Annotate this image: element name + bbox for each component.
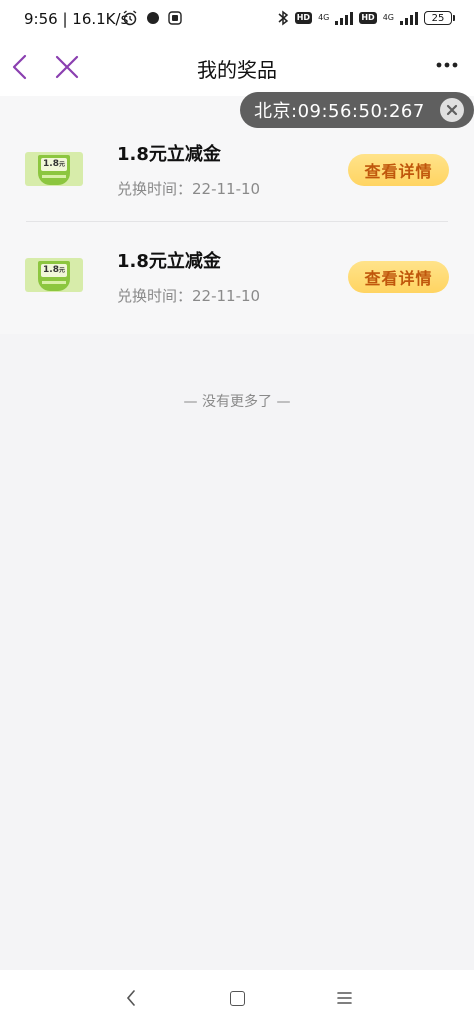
close-circle-icon[interactable] <box>440 98 464 122</box>
status-icons-right: HD 4G HD 4G 25 <box>277 10 455 26</box>
coupon-tag-value: 1.8元 <box>41 264 67 277</box>
divider <box>26 221 448 222</box>
prize-list: 1.8元 1.8元立减金 兑换时间：22-11-10 查看详情 1.8元 1.8… <box>0 96 474 334</box>
coupon-tag-value: 1.8元 <box>41 158 67 171</box>
page-title: 我的奖品 <box>197 58 277 82</box>
nav-home-icon[interactable] <box>230 991 245 1006</box>
signal-icon-2 <box>400 12 418 25</box>
coupon-tag: 1.8元 <box>38 155 70 185</box>
record-dot-icon <box>147 12 159 24</box>
bluetooth-icon <box>278 10 288 26</box>
network-label-1: 4G <box>318 13 330 22</box>
status-time: 9:56 | 16.1K/s <box>24 10 129 28</box>
list-end-text: — 没有更多了 — <box>183 394 291 410</box>
nav-back-icon[interactable] <box>124 988 138 1008</box>
network-label-2: 4G <box>382 13 394 22</box>
coupon-thumbnail: 1.8元 <box>25 258 83 292</box>
view-details-button[interactable]: 查看详情 <box>348 154 449 186</box>
coupon-tag: 1.8元 <box>38 261 70 291</box>
hd-badge-1: HD <box>294 12 313 24</box>
signal-icon-1 <box>335 12 354 25</box>
coupon-thumbnail: 1.8元 <box>25 152 83 186</box>
battery-icon: 25 <box>424 11 455 25</box>
view-details-button[interactable]: 查看详情 <box>348 261 449 293</box>
beijing-clock-pill: 北京:09:56:50:267 <box>240 92 474 128</box>
battery-level: 25 <box>431 12 445 24</box>
system-nav-bar <box>0 970 474 1027</box>
app-notification-icon <box>168 11 182 25</box>
status-icons-left <box>122 10 182 26</box>
more-dots-icon[interactable] <box>436 62 458 68</box>
prize-date: 兑换时间：22-11-10 <box>117 287 261 305</box>
clock-text: 北京:09:56:50:267 <box>254 101 425 122</box>
alarm-icon <box>123 10 137 26</box>
list-item: 1.8元 1.8元立减金 兑换时间：22-11-10 查看详情 <box>0 116 474 222</box>
coupon-tag-stripe <box>42 281 66 284</box>
list-item: 1.8元 1.8元立减金 兑换时间：22-11-10 查看详情 <box>0 223 474 329</box>
nav-menu-icon[interactable] <box>337 991 352 1005</box>
coupon-tag-stripe <box>42 175 66 178</box>
close-x-glyph <box>446 104 458 116</box>
prize-date: 兑换时间：22-11-10 <box>117 180 261 198</box>
prize-name: 1.8元立减金 <box>117 144 221 165</box>
status-bar: 9:56 | 16.1K/s HD 4G HD 4G 25 <box>0 0 474 40</box>
hd-badge-2: HD <box>359 12 377 24</box>
prize-name: 1.8元立减金 <box>117 251 221 272</box>
header-bar: 我的奖品 <box>0 40 474 96</box>
